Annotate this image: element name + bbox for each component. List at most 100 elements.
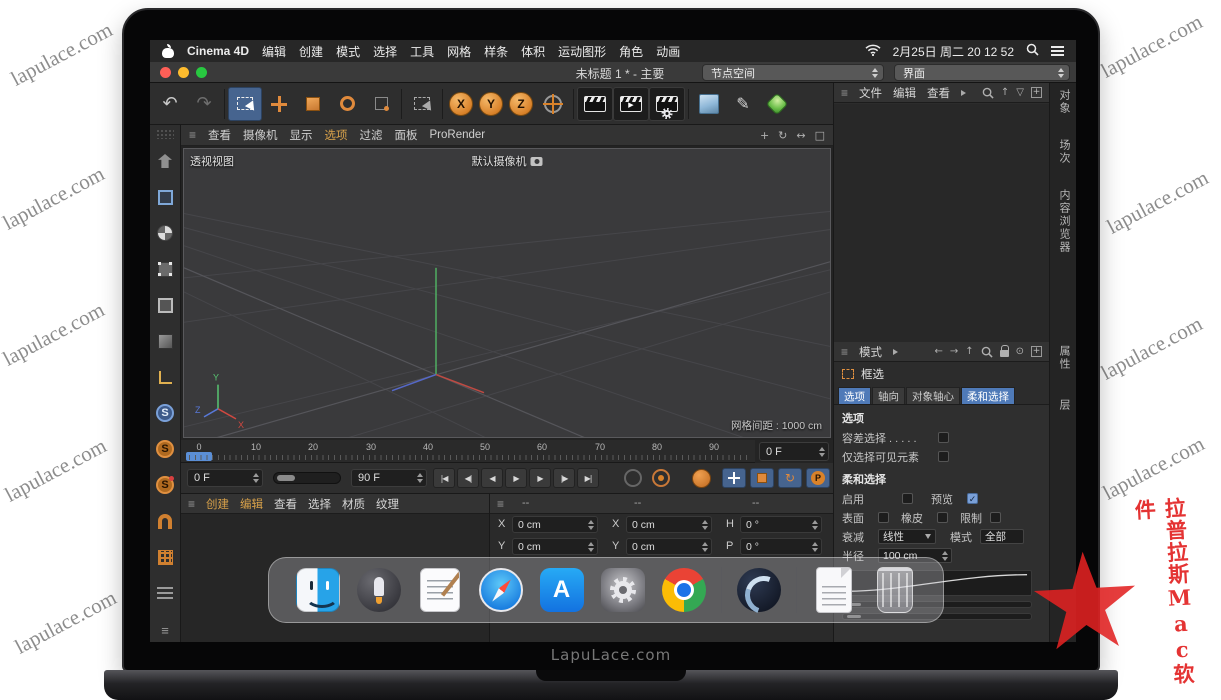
layer-stack-button[interactable]	[150, 575, 180, 611]
tab-attributes[interactable]: 属性	[1056, 345, 1072, 371]
limit-checkbox[interactable]	[990, 512, 1001, 523]
dock-document-icon[interactable]	[810, 565, 858, 615]
coord-field[interactable]: 0 °	[740, 516, 822, 533]
record-on-button[interactable]	[652, 469, 670, 487]
viewport-canvas[interactable]: Y X Z 透视视图 默认摄像机 网格间距 : 1000 cm	[183, 148, 831, 438]
lock-icon[interactable]	[1000, 350, 1009, 357]
tab-content-browser[interactable]: 内容浏览器	[1056, 189, 1072, 254]
key-position-toggle[interactable]	[722, 468, 746, 488]
vp-menu-prorender[interactable]: ProRender	[430, 129, 486, 141]
viewport-rotate-icon[interactable]: ↻	[778, 129, 787, 142]
attribute-menu-icon[interactable]: ≡	[841, 345, 848, 359]
menu-volume[interactable]: 体积	[521, 43, 545, 60]
stepper-icon[interactable]	[417, 473, 423, 483]
dock-cinema4d-icon[interactable]	[735, 565, 783, 615]
stepper-icon[interactable]	[942, 551, 948, 561]
record-off-button[interactable]	[624, 469, 642, 487]
record-keyframe-button[interactable]	[692, 469, 711, 488]
prev-frame-button[interactable]: ◀	[481, 468, 503, 488]
menu-create[interactable]: 创建	[299, 43, 323, 60]
vp-menu-options[interactable]: 选项	[325, 127, 348, 143]
apple-logo-icon[interactable]	[162, 44, 174, 58]
object-list[interactable]	[834, 104, 1049, 342]
add-primitive-cube-button[interactable]	[692, 87, 726, 121]
add-panel-icon[interactable]: +	[1031, 346, 1042, 357]
timeline-playhead[interactable]	[186, 452, 212, 461]
tab-soft-selection[interactable]: 柔和选择	[961, 387, 1015, 404]
history-back-icon[interactable]: ←	[934, 346, 942, 357]
menu-character[interactable]: 角色	[619, 43, 643, 60]
stepper-icon[interactable]	[588, 542, 594, 552]
texture-mode-button[interactable]	[150, 215, 180, 251]
surface-checkbox[interactable]	[878, 512, 889, 523]
timeline-ruler[interactable]: 0 10 20 30 40 50 60 70 80 90	[181, 440, 755, 463]
model-mode-button[interactable]	[150, 179, 180, 215]
tab-objects[interactable]: 对象	[1056, 89, 1072, 115]
vp-menu-camera[interactable]: 摄像机	[243, 127, 278, 143]
app-menu[interactable]: Cinema 4D	[187, 44, 249, 58]
rotate-tool-button[interactable]	[330, 87, 364, 121]
om-menu-file[interactable]: 文件	[859, 85, 882, 101]
dock-safari-icon[interactable]	[477, 565, 525, 615]
goto-start-button[interactable]: |◀	[433, 468, 455, 488]
dock-chrome-icon[interactable]	[660, 565, 708, 615]
focus-icon[interactable]: ⊙	[1016, 346, 1024, 357]
lock-z-axis-button[interactable]: Z	[506, 87, 536, 121]
dock-finder-icon[interactable]	[294, 565, 342, 615]
camera-label[interactable]: 默认摄像机	[472, 153, 543, 169]
enable-axis-button[interactable]	[150, 359, 180, 395]
undo-button[interactable]: ↶	[153, 87, 187, 121]
vp-menu-panel[interactable]: 面板	[395, 127, 418, 143]
zoom-window-button[interactable]	[196, 67, 207, 78]
close-window-button[interactable]	[160, 67, 171, 78]
menu-mode[interactable]: 模式	[336, 43, 360, 60]
spotlight-search-icon[interactable]	[1026, 43, 1039, 59]
coord-field[interactable]: 0 °	[740, 538, 822, 555]
menu-mograph[interactable]: 运动图形	[558, 43, 606, 60]
coord-field[interactable]: 0 cm	[626, 516, 712, 533]
magnet-snap-button[interactable]	[150, 503, 180, 539]
stepper-icon[interactable]	[702, 520, 708, 530]
snap-settings-button[interactable]: S	[150, 431, 180, 467]
wifi-icon[interactable]	[865, 44, 881, 59]
node-space-select[interactable]: 节点空间	[702, 64, 884, 81]
vp-menu-display[interactable]: 显示	[290, 127, 313, 143]
dock-system-preferences-icon[interactable]	[599, 565, 647, 615]
redo-button[interactable]: ↷	[187, 87, 221, 121]
mat-menu-material[interactable]: 材质	[342, 496, 365, 512]
toolbar-grip-handle[interactable]	[156, 129, 174, 139]
mode-select[interactable]: 全部	[980, 529, 1024, 544]
next-frame-button[interactable]: ▶	[529, 468, 551, 488]
mat-menu-texture[interactable]: 纹理	[376, 496, 399, 512]
move-tool-button[interactable]	[262, 87, 296, 121]
viewport-pan-icon[interactable]: +	[760, 129, 769, 142]
viewport-zoom-icon[interactable]: ↔	[796, 129, 805, 142]
add-panel-icon[interactable]: +	[1031, 87, 1042, 98]
mat-menu-select[interactable]: 选择	[308, 496, 331, 512]
key-scale-toggle[interactable]	[750, 468, 774, 488]
stepper-icon[interactable]	[812, 520, 818, 530]
tab-layers[interactable]: 层	[1056, 399, 1072, 412]
tab-axis[interactable]: 轴向	[872, 387, 905, 404]
vp-menu-filter[interactable]: 过滤	[360, 127, 383, 143]
coord-field[interactable]: 0 cm	[626, 538, 712, 555]
rubber-checkbox[interactable]	[937, 512, 948, 523]
mat-menu-view[interactable]: 查看	[274, 496, 297, 512]
coordinates-menu-icon[interactable]: ≡	[497, 497, 504, 511]
dock-trash-icon[interactable]	[871, 565, 919, 615]
menu-tools[interactable]: 工具	[410, 43, 434, 60]
stepper-icon[interactable]	[812, 542, 818, 552]
live-selection-button[interactable]	[228, 87, 262, 121]
quantize-snap-button[interactable]: S	[150, 467, 180, 503]
coord-field[interactable]: 0 cm	[512, 538, 598, 555]
tab-options[interactable]: 选项	[838, 387, 871, 404]
tolerant-selection-checkbox[interactable]	[938, 432, 949, 443]
layout-select[interactable]: 界面	[894, 64, 1070, 81]
range-slider-handle[interactable]	[277, 475, 295, 481]
stepper-icon[interactable]	[253, 473, 259, 483]
mat-menu-create[interactable]: 创建	[206, 496, 229, 512]
left-toolbar-menu-icon[interactable]: ≡	[161, 623, 169, 638]
points-mode-button[interactable]	[150, 251, 180, 287]
current-frame-field[interactable]: 0 F	[759, 442, 829, 461]
key-rotation-toggle[interactable]: ↻	[778, 468, 802, 488]
